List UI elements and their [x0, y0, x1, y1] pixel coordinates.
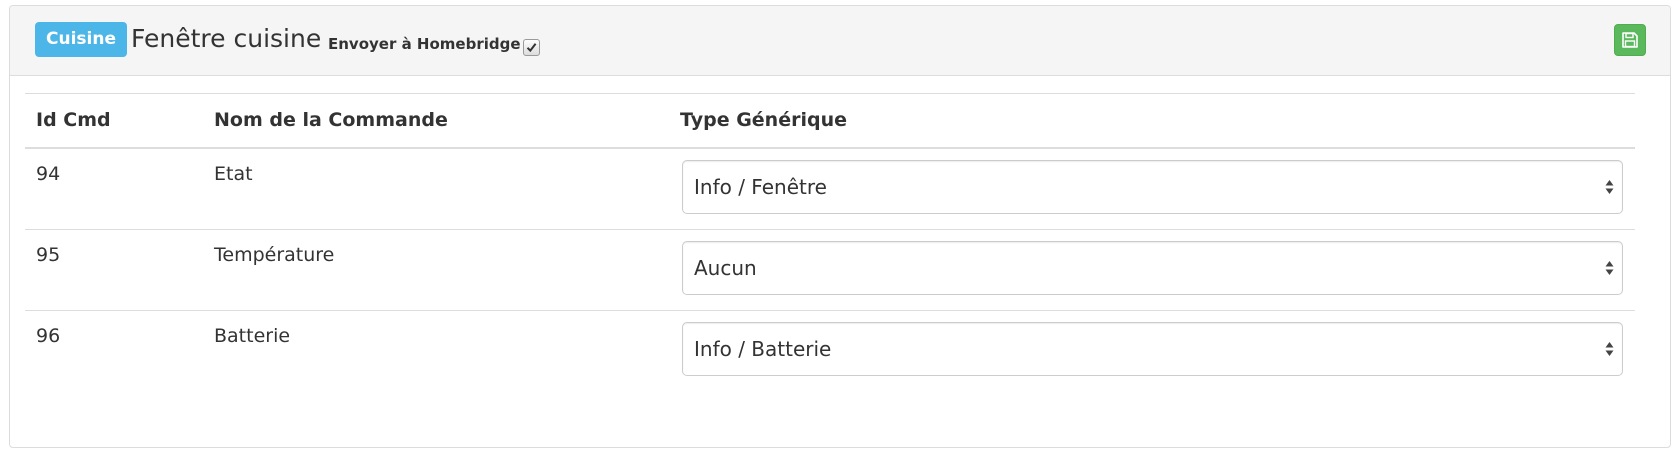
commands-table: Id Cmd Nom de la Commande Type Générique… — [25, 93, 1635, 391]
select-arrows-icon — [1605, 342, 1614, 356]
cmd-name: Température — [214, 244, 335, 266]
column-header-type: Type Générique — [680, 109, 847, 131]
equipment-name: Fenêtre cuisine — [131, 24, 322, 53]
checkmark-icon — [526, 43, 537, 53]
save-button[interactable] — [1614, 24, 1646, 56]
generic-type-select[interactable]: Info / Batterie — [682, 322, 1623, 376]
send-homebridge-label: Envoyer à Homebridge — [328, 35, 521, 53]
cmd-name: Batterie — [214, 325, 291, 347]
column-header-name: Nom de la Commande — [214, 109, 448, 131]
room-badge: Cuisine — [35, 22, 127, 57]
select-arrows-icon — [1605, 180, 1614, 194]
select-arrows-icon — [1605, 261, 1614, 275]
table-header: Id Cmd Nom de la Commande Type Générique — [25, 94, 1635, 149]
table-row: 95 Température Aucun — [25, 230, 1635, 311]
generic-type-select[interactable]: Aucun — [682, 241, 1623, 295]
column-header-id: Id Cmd — [36, 109, 111, 131]
cmd-id: 96 — [36, 325, 61, 347]
generic-type-select[interactable]: Info / Fenêtre — [682, 160, 1623, 214]
send-homebridge-checkbox[interactable] — [523, 39, 540, 56]
cmd-name: Etat — [214, 163, 253, 185]
select-value: Info / Batterie — [694, 337, 832, 361]
cmd-id: 94 — [36, 163, 61, 185]
table-row: 96 Batterie Info / Batterie — [25, 311, 1635, 391]
select-value: Info / Fenêtre — [694, 175, 827, 199]
select-value: Aucun — [694, 256, 757, 280]
floppy-disk-icon — [1622, 32, 1638, 48]
table-row: 94 Etat Info / Fenêtre — [25, 149, 1635, 230]
panel-heading: Cuisine Fenêtre cuisine Envoyer à Homebr… — [10, 6, 1670, 76]
cmd-id: 95 — [36, 244, 61, 266]
